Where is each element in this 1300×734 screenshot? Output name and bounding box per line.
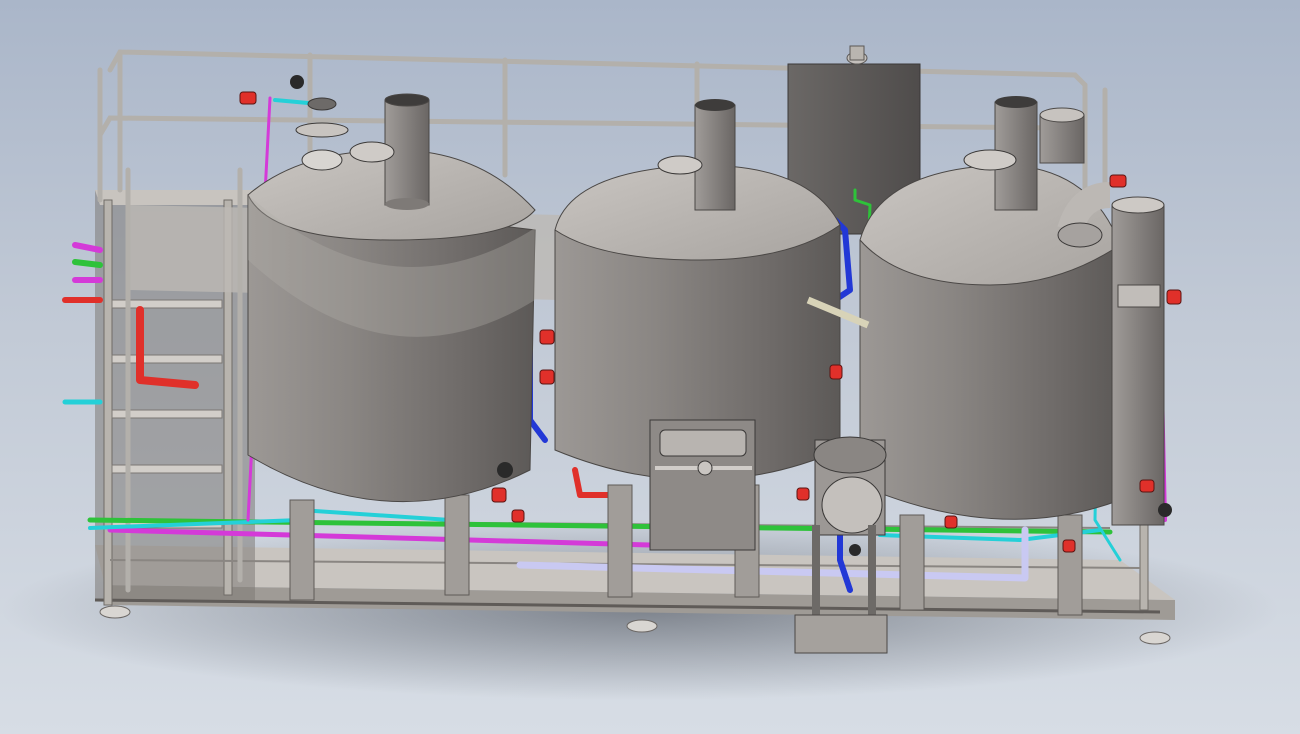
cad-viewport[interactable] [0,0,1300,734]
manway-icon [657,155,703,175]
manway-icon [649,419,756,551]
brewhouse-render [0,45,1280,700]
tank-1 [247,93,536,503]
vent-stack-icon [1111,196,1165,526]
manway-icon [963,149,1017,171]
hopper [1039,107,1085,164]
